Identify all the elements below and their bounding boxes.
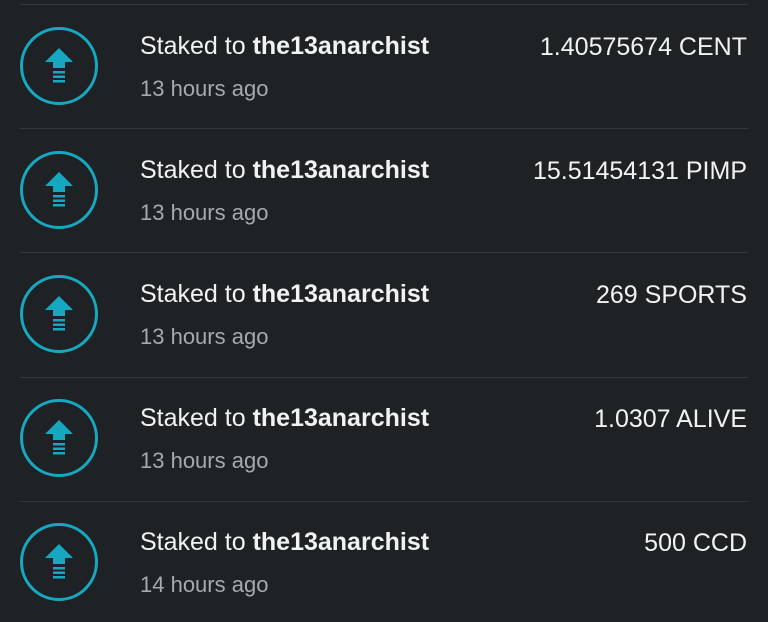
stake-arrow-up-icon bbox=[20, 151, 98, 229]
transaction-time: 13 hours ago bbox=[140, 200, 269, 225]
transaction-title: Staked to the13anarchist bbox=[140, 156, 429, 185]
stake-arrow-up-icon bbox=[20, 399, 98, 477]
transaction-time: 13 hours ago bbox=[140, 76, 269, 101]
transaction-time: 13 hours ago bbox=[140, 324, 269, 349]
transaction-time: 13 hours ago bbox=[140, 448, 269, 473]
transaction-amount: 500 CCD bbox=[644, 529, 747, 557]
transaction-row[interactable]: Staked to the13anarchist 14 hours ago 50… bbox=[0, 501, 768, 622]
transaction-amount: 1.0307 ALIVE bbox=[594, 405, 747, 433]
transaction-amount: 269 SPORTS bbox=[595, 281, 747, 309]
transaction-user[interactable]: the13anarchist bbox=[253, 32, 429, 60]
transaction-action: Staked to bbox=[140, 404, 253, 432]
transaction-row[interactable]: Staked to the13anarchist 13 hours ago 1.… bbox=[0, 377, 768, 501]
transaction-user[interactable]: the13anarchist bbox=[253, 156, 429, 184]
transaction-row[interactable]: Staked to the13anarchist 13 hours ago 26… bbox=[0, 253, 768, 377]
transaction-action: Staked to bbox=[140, 32, 253, 60]
transaction-row[interactable]: Staked to the13anarchist 13 hours ago 1.… bbox=[0, 5, 768, 129]
transaction-user[interactable]: the13anarchist bbox=[253, 404, 429, 432]
transaction-row[interactable]: Staked to the13anarchist 13 hours ago 15… bbox=[0, 129, 768, 253]
transaction-action: Staked to bbox=[140, 156, 253, 184]
stake-arrow-up-icon bbox=[20, 275, 98, 353]
stake-arrow-up-icon bbox=[20, 27, 98, 105]
transaction-user[interactable]: the13anarchist bbox=[253, 528, 429, 556]
transaction-time: 14 hours ago bbox=[140, 572, 269, 597]
transaction-title: Staked to the13anarchist bbox=[140, 280, 429, 309]
transaction-amount: 15.51454131 PIMP bbox=[532, 157, 747, 185]
transaction-amount: 1.40575674 CENT bbox=[539, 33, 747, 61]
transaction-user[interactable]: the13anarchist bbox=[253, 280, 429, 308]
transaction-title: Staked to the13anarchist bbox=[140, 32, 429, 61]
stake-arrow-up-icon bbox=[20, 523, 98, 601]
transaction-action: Staked to bbox=[140, 528, 253, 556]
transaction-action: Staked to bbox=[140, 280, 253, 308]
transaction-title: Staked to the13anarchist bbox=[140, 404, 429, 433]
transaction-list: Staked to the13anarchist 13 hours ago 1.… bbox=[0, 0, 768, 622]
transaction-title: Staked to the13anarchist bbox=[140, 528, 429, 557]
